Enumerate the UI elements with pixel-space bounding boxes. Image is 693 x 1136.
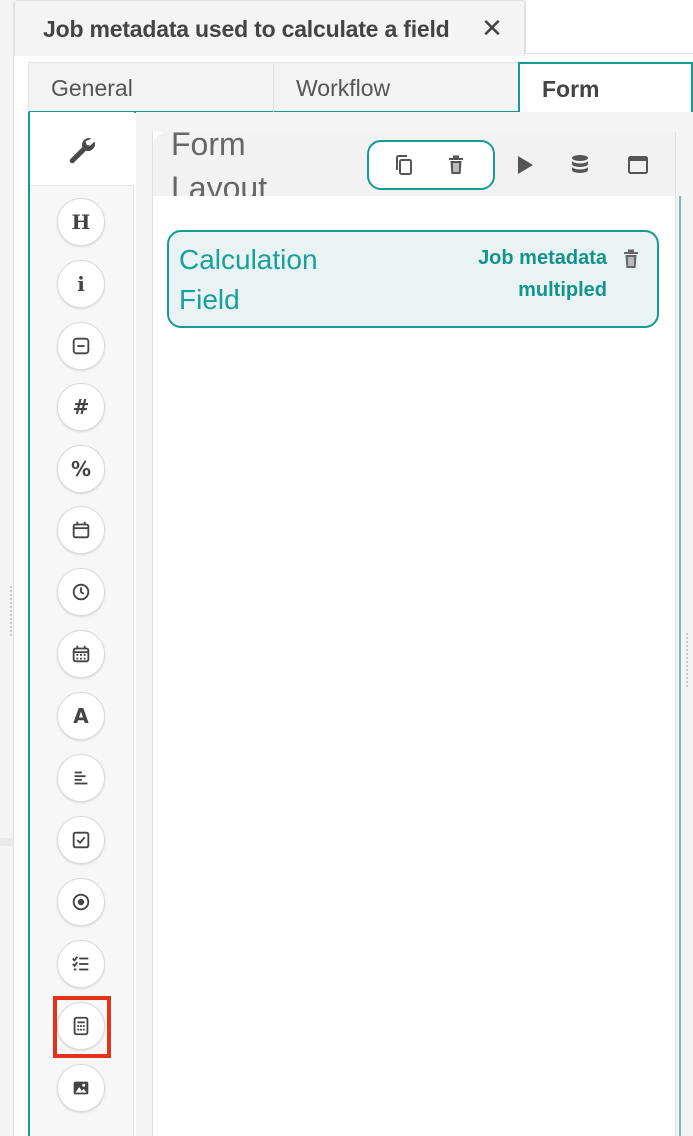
date-tool[interactable] xyxy=(57,506,105,554)
info-icon: i xyxy=(77,272,85,296)
time-icon xyxy=(72,583,90,601)
field-toolbox: H i # % A xyxy=(30,112,134,1136)
image-icon xyxy=(73,1081,89,1095)
window-button[interactable] xyxy=(623,150,653,180)
calculation-field-card[interactable]: Calculation Field Job metadata multipled xyxy=(167,230,659,328)
title-bar-filler xyxy=(525,0,693,54)
database-icon xyxy=(572,155,588,173)
copy-button[interactable] xyxy=(389,150,419,180)
text-field-icon xyxy=(72,337,90,355)
form-editor-dialog: Job metadata used to calculate a field ✕… xyxy=(14,0,693,1136)
form-layout-title: Form Layout xyxy=(171,132,268,196)
dialog-title: Job metadata used to calculate a field xyxy=(43,16,450,42)
layout-action-group xyxy=(367,140,495,190)
info-tool[interactable]: i xyxy=(57,260,105,308)
dialog-title-bar: Job metadata used to calculate a field ✕ xyxy=(14,0,693,60)
date-icon xyxy=(72,521,90,539)
properties-panel-border xyxy=(679,196,681,1136)
trash-icon[interactable] xyxy=(619,246,643,272)
close-icon[interactable]: ✕ xyxy=(477,11,507,45)
heading-icon: H xyxy=(71,210,91,234)
field-label: Calculation Field xyxy=(179,244,318,315)
radio-icon xyxy=(72,893,90,911)
data-source-button[interactable] xyxy=(565,150,595,180)
tab-bar: General Workflow Form xyxy=(28,62,693,114)
checkbox-tool[interactable] xyxy=(57,816,105,864)
form-layout-column: Form Layout Calculation Field Job metada… xyxy=(152,132,676,1136)
window-icon xyxy=(628,156,648,174)
background-app-edge xyxy=(0,0,14,1136)
tab-form[interactable]: Form xyxy=(518,62,693,114)
heading-tool[interactable]: H xyxy=(57,198,105,246)
image-tool[interactable] xyxy=(57,1064,105,1112)
text-area-icon xyxy=(74,771,88,785)
tab-workflow[interactable]: Workflow xyxy=(274,62,518,113)
play-icon xyxy=(518,156,533,174)
copy-icon xyxy=(396,155,412,175)
background-divider xyxy=(0,838,14,846)
resize-grip[interactable] xyxy=(685,632,690,688)
dialog-title-tab: Job metadata used to calculate a field ✕ xyxy=(14,0,525,56)
radio-tool[interactable] xyxy=(57,878,105,926)
number-tool[interactable]: # xyxy=(57,383,105,431)
checklist-icon xyxy=(72,956,89,971)
form-tab-panel: H i # % A Form Layout Calculation Field … xyxy=(28,112,693,1136)
percent-icon: % xyxy=(70,457,92,481)
datetime-icon xyxy=(72,645,90,663)
toolbox-header xyxy=(30,112,134,186)
wrench-icon[interactable] xyxy=(65,134,97,166)
calculator-tool-highlight xyxy=(53,996,111,1058)
tab-general[interactable]: General xyxy=(28,62,274,113)
text-area-tool[interactable] xyxy=(57,754,105,802)
font-icon: A xyxy=(73,704,89,728)
time-tool[interactable] xyxy=(57,568,105,616)
number-icon: # xyxy=(72,395,90,419)
properties-panel-edge xyxy=(676,112,693,1136)
delete-layout-button[interactable] xyxy=(441,150,471,180)
trash-icon xyxy=(449,155,463,174)
resize-grip[interactable] xyxy=(9,585,13,637)
form-layout-header: Form Layout xyxy=(153,132,675,196)
font-tool[interactable]: A xyxy=(57,692,105,740)
checklist-tool[interactable] xyxy=(57,940,105,988)
field-metadata: Job metadata multipled xyxy=(478,247,607,301)
percent-tool[interactable]: % xyxy=(57,445,105,493)
text-field-tool[interactable] xyxy=(57,322,105,370)
checkbox-icon xyxy=(72,831,90,849)
datetime-tool[interactable] xyxy=(57,630,105,678)
preview-button[interactable] xyxy=(509,150,539,180)
form-canvas: Form Layout Calculation Field Job metada… xyxy=(136,112,693,1136)
